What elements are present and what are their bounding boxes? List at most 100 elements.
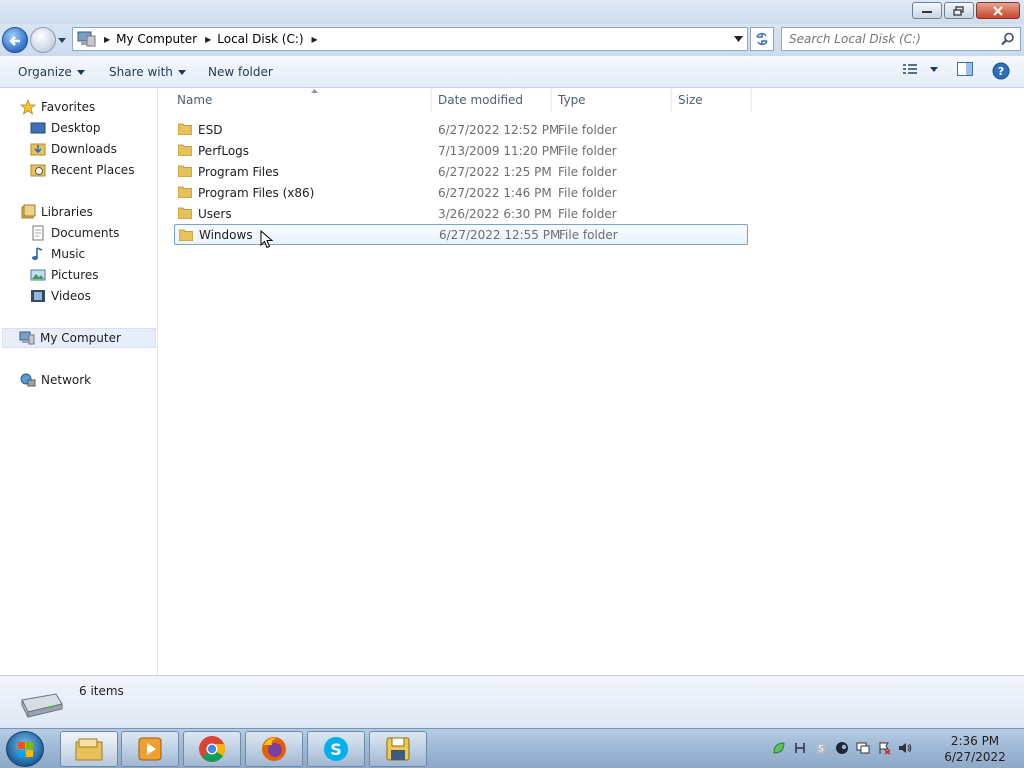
taskbar-skype[interactable]: S <box>307 731 365 767</box>
file-name: Users <box>198 206 232 221</box>
chevron-down-icon <box>76 69 85 75</box>
file-date: 6/27/2022 12:55 PM <box>439 227 561 242</box>
taskbar-explorer[interactable] <box>60 731 118 767</box>
nav-documents[interactable]: Documents <box>30 223 119 243</box>
file-type: File folder <box>558 164 617 179</box>
breadcrumb-local-disk[interactable]: Local Disk (C:) <box>217 32 303 46</box>
address-row: ▶ My Computer ▶ Local Disk (C:) ▶ <box>0 24 1024 56</box>
taskbar-chrome[interactable] <box>183 731 241 767</box>
start-button[interactable] <box>6 731 44 767</box>
taskbar-save-app[interactable] <box>369 731 427 767</box>
nav-music[interactable]: Music <box>30 244 85 264</box>
address-history-dropdown-icon[interactable] <box>734 36 743 42</box>
chevron-down-icon[interactable] <box>930 66 938 72</box>
refresh-icon <box>756 32 768 46</box>
taskbar-firefox[interactable] <box>245 731 303 767</box>
clock-date: 6/27/2022 <box>944 750 1006 764</box>
new-folder-button[interactable]: New folder <box>208 65 273 79</box>
share-with-label: Share with <box>109 65 173 79</box>
file-name: Windows <box>199 227 253 242</box>
nav-libraries[interactable]: Libraries <box>20 202 93 222</box>
search-box[interactable] <box>781 27 1021 51</box>
address-bar[interactable]: ▶ My Computer ▶ Local Disk (C:) ▶ <box>72 27 748 51</box>
taskbar-media-player[interactable] <box>121 731 179 767</box>
tray-volume-icon[interactable] <box>898 741 912 755</box>
column-header-name[interactable]: Name <box>172 88 432 112</box>
organize-menu[interactable]: Organize <box>18 65 85 79</box>
windows-logo-icon <box>18 742 33 757</box>
nav-pictures[interactable]: Pictures <box>30 265 99 285</box>
nav-my-computer[interactable]: My Computer <box>2 328 156 348</box>
file-name: Program Files <box>198 164 279 179</box>
file-name: Program Files (x86) <box>198 185 315 200</box>
tray-skype-icon[interactable]: S <box>814 741 828 755</box>
nav-videos[interactable]: Videos <box>30 286 91 306</box>
preview-pane-icon <box>957 62 973 76</box>
folder-icon <box>178 186 192 198</box>
nav-desktop[interactable]: Desktop <box>30 118 101 138</box>
tray-steam-icon[interactable] <box>835 741 849 755</box>
explorer-icon <box>75 738 103 761</box>
chrome-icon <box>199 736 226 762</box>
search-input[interactable] <box>789 32 999 46</box>
network-icon <box>20 373 36 387</box>
forward-button[interactable] <box>30 27 56 53</box>
tray-leaf-icon[interactable] <box>772 741 786 755</box>
breadcrumb-chevron-icon[interactable]: ▶ <box>104 35 110 44</box>
view-details-icon <box>903 64 917 74</box>
taskbar-clock[interactable]: 2:36 PM 6/27/2022 <box>940 733 1010 765</box>
command-bar: Organize Share with New folder ? <box>0 56 1024 88</box>
change-view-button[interactable] <box>902 62 938 76</box>
music-icon <box>32 247 43 260</box>
nav-network[interactable]: Network <box>20 370 91 390</box>
minimize-button[interactable] <box>912 2 942 19</box>
navigation-pane: Favorites Desktop Downloads Recent Place… <box>0 88 158 675</box>
file-date: 6/27/2022 1:46 PM <box>438 185 552 200</box>
downloads-folder-icon <box>30 143 46 156</box>
file-row-perflogs[interactable]: PerfLogs 7/13/2009 11:20 PM File folder <box>174 140 748 161</box>
chevron-down-icon <box>177 69 186 75</box>
svg-text:?: ? <box>998 65 1004 78</box>
details-pane: 6 items <box>0 675 1024 728</box>
nav-pictures-label: Pictures <box>51 268 99 282</box>
nav-favorites[interactable]: Favorites <box>20 97 95 117</box>
tray-network-sharing-icon[interactable] <box>793 741 807 755</box>
minimize-icon <box>922 10 932 13</box>
breadcrumb-chevron-icon[interactable]: ▶ <box>312 35 318 44</box>
file-row-program-files[interactable]: Program Files 6/27/2022 1:25 PM File fol… <box>174 161 748 182</box>
column-header-size[interactable]: Size <box>673 88 752 112</box>
file-date: 7/13/2009 11:20 PM <box>438 143 560 158</box>
recent-pages-dropdown-icon[interactable] <box>58 36 66 44</box>
breadcrumb: ▶ My Computer ▶ Local Disk (C:) ▶ <box>96 32 324 46</box>
nav-recent-places[interactable]: Recent Places <box>30 160 134 180</box>
file-row-program-files-x86[interactable]: Program Files (x86) 6/27/2022 1:46 PM Fi… <box>174 182 748 203</box>
back-button[interactable] <box>2 27 28 53</box>
save-disk-icon <box>386 737 410 761</box>
column-header-date[interactable]: Date modified <box>433 88 552 112</box>
close-icon <box>993 5 1003 16</box>
file-row-esd[interactable]: ESD 6/27/2022 12:52 PM File folder <box>174 119 748 140</box>
title-bar <box>0 0 1024 24</box>
tray-display-icon[interactable] <box>856 741 870 755</box>
sort-ascending-icon <box>311 89 318 93</box>
breadcrumb-chevron-icon[interactable]: ▶ <box>205 35 211 44</box>
breadcrumb-my-computer[interactable]: My Computer <box>116 32 197 46</box>
file-name: PerfLogs <box>198 143 250 158</box>
close-button[interactable] <box>976 2 1020 19</box>
search-icon[interactable] <box>1001 32 1015 46</box>
file-list: Name Date modified Type Size ESD 6/27/20… <box>159 88 1024 675</box>
svg-text:S: S <box>818 745 824 755</box>
file-row-users[interactable]: Users 3/26/2022 6:30 PM File folder <box>174 203 748 224</box>
skype-icon: S <box>324 737 348 761</box>
preview-pane-button[interactable] <box>957 62 973 76</box>
nav-downloads[interactable]: Downloads <box>30 139 117 159</box>
refresh-button[interactable] <box>750 27 774 51</box>
column-header-type[interactable]: Type <box>553 88 672 112</box>
share-with-menu[interactable]: Share with <box>109 65 186 79</box>
restore-button[interactable] <box>944 2 974 19</box>
file-type: File folder <box>558 185 617 200</box>
libraries-icon <box>21 204 36 219</box>
tray-action-center-icon[interactable] <box>877 741 891 755</box>
documents-icon <box>32 225 44 241</box>
help-button[interactable]: ? <box>992 62 1010 80</box>
